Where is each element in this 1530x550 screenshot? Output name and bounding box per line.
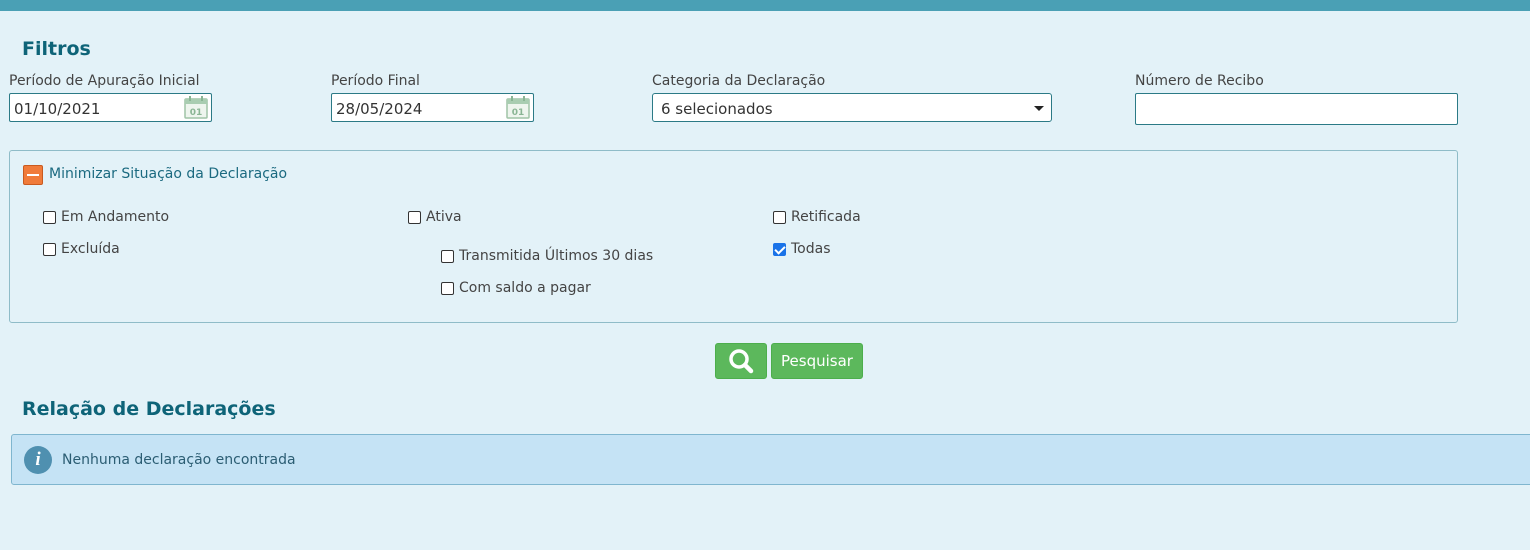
caret-down-icon xyxy=(1034,106,1044,111)
checkbox-label: Retificada xyxy=(791,209,861,225)
checkbox-label: Ativa xyxy=(426,209,462,225)
periodo-inicial-label: Período de Apuração Inicial xyxy=(9,73,200,89)
pesquisar-button[interactable]: Pesquisar xyxy=(771,343,863,379)
top-bar xyxy=(0,0,1530,11)
categoria-value: 6 selecionados xyxy=(661,100,773,118)
checkbox[interactable] xyxy=(441,249,454,263)
calendar-icon[interactable]: 01 xyxy=(184,96,208,119)
checkbox-em-andamento[interactable]: Em Andamento xyxy=(43,209,169,225)
checkbox-ativa[interactable]: Ativa xyxy=(408,209,462,225)
checkbox[interactable] xyxy=(43,242,56,256)
checkbox[interactable] xyxy=(408,210,421,224)
results-title: Relação de Declarações xyxy=(22,398,276,420)
periodo-inicial-input[interactable]: 01/10/2021 01 xyxy=(9,93,212,122)
checkbox-label: Em Andamento xyxy=(61,209,170,225)
checkbox-label: Com saldo a pagar xyxy=(459,280,591,296)
categoria-select[interactable]: 6 selecionados xyxy=(652,93,1052,122)
calendar-day: 01 xyxy=(512,108,525,118)
checkbox-label: Excluída xyxy=(61,241,120,257)
checkbox-excluida[interactable]: Excluída xyxy=(43,241,120,257)
checkbox[interactable] xyxy=(773,210,786,224)
info-icon: i xyxy=(24,446,52,474)
checkbox-todas[interactable]: Todas xyxy=(773,241,831,257)
categoria-label: Categoria da Declaração xyxy=(652,73,826,89)
search-icon xyxy=(729,349,754,374)
checkbox[interactable] xyxy=(43,210,56,224)
calendar-day: 01 xyxy=(190,108,203,118)
periodo-final-input[interactable]: 28/05/2024 01 xyxy=(331,93,534,122)
situacao-panel: Minimizar Situação da Declaração Em Anda… xyxy=(9,150,1458,323)
checkbox-retificada[interactable]: Retificada xyxy=(773,209,861,225)
numero-recibo-label: Número de Recibo xyxy=(1135,73,1264,89)
situacao-toggle-label[interactable]: Minimizar Situação da Declaração xyxy=(49,166,287,182)
filters-title: Filtros xyxy=(22,38,91,60)
checkbox-label: Transmitida Últimos 30 dias xyxy=(459,248,654,264)
periodo-final-label: Período Final xyxy=(331,73,420,89)
checkbox[interactable] xyxy=(441,281,454,295)
calendar-icon[interactable]: 01 xyxy=(506,96,530,119)
checkbox-transmitida-30-dias[interactable]: Transmitida Últimos 30 dias xyxy=(441,248,653,264)
empty-results-alert: i Nenhuma declaração encontrada xyxy=(11,434,1530,485)
checkbox-checked[interactable] xyxy=(773,242,786,256)
minus-icon[interactable] xyxy=(23,165,43,185)
periodo-inicial-value: 01/10/2021 xyxy=(14,100,101,118)
checkbox-label: Todas xyxy=(791,241,831,257)
checkbox-com-saldo-a-pagar[interactable]: Com saldo a pagar xyxy=(441,280,591,296)
empty-message: Nenhuma declaração encontrada xyxy=(62,452,296,468)
numero-recibo-input[interactable] xyxy=(1135,93,1458,125)
search-icon-button[interactable] xyxy=(715,343,767,379)
periodo-final-value: 28/05/2024 xyxy=(336,100,423,118)
